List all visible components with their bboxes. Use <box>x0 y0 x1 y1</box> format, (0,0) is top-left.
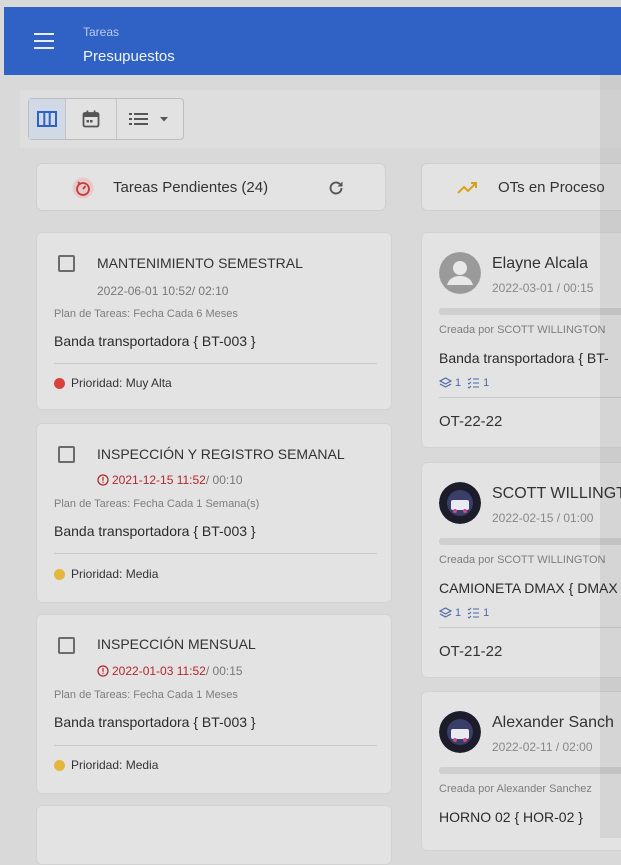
assignee-name: Elayne Alcala <box>492 255 589 272</box>
divider <box>439 397 621 398</box>
avatar <box>439 711 481 753</box>
alert-icon <box>97 665 109 677</box>
calendar-icon <box>82 110 100 128</box>
priority-dot <box>54 568 65 580</box>
divider <box>54 553 377 554</box>
in-process-header: OTs en Proceso <box>421 163 621 211</box>
task-checkbox[interactable] <box>58 446 75 463</box>
trending-up-icon <box>457 182 477 194</box>
checklist-icon <box>467 377 480 389</box>
task-plan: Plan de Tareas: Fecha Cada 1 Semana(s) <box>54 498 260 510</box>
checklist-icon <box>467 607 480 619</box>
divider <box>439 627 621 628</box>
alert-icon <box>97 474 109 486</box>
progress-bar <box>439 538 621 545</box>
task-plan: Plan de Tareas: Fecha Cada 1 Meses <box>54 689 238 701</box>
task-card[interactable] <box>36 805 392 865</box>
page-title: Presupuestos <box>83 48 175 65</box>
progress-bar <box>439 308 621 315</box>
priority-badge: Prioridad: Muy Alta <box>54 376 172 390</box>
task-date: 2021-12-15 11:52/ 00:10 <box>97 473 243 487</box>
created-by: Creada por SCOTT WILLINGTON <box>439 554 606 566</box>
priority-dot <box>54 377 65 389</box>
kanban-view-button[interactable] <box>29 99 66 139</box>
timer-icon <box>72 177 94 199</box>
task-date: 2022-01-03 11:52/ 00:15 <box>97 664 243 678</box>
pending-tasks-header: Tareas Pendientes (24) <box>36 163 386 211</box>
work-order-counts: 1 1 <box>439 377 489 389</box>
view-switcher <box>28 98 184 140</box>
in-process-title: OTs en Proceso <box>498 179 605 196</box>
task-card[interactable]: MANTENIMIENTO SEMESTRAL 2022-06-01 10:52… <box>36 232 392 410</box>
task-checkbox[interactable] <box>58 255 75 272</box>
divider <box>54 745 377 746</box>
app-bar: Tareas Presupuestos <box>4 7 621 75</box>
task-asset: Banda transportadora { BT-003 } <box>54 714 256 730</box>
menu-icon[interactable] <box>34 33 54 49</box>
priority-badge: Prioridad: Media <box>54 758 158 772</box>
task-plan: Plan de Tareas: Fecha Cada 6 Meses <box>54 308 238 320</box>
work-order-asset: CAMIONETA DMAX { DMAX <box>439 580 618 596</box>
task-title: MANTENIMIENTO SEMESTRAL <box>97 255 303 271</box>
task-card[interactable]: INSPECCIÓN Y REGISTRO SEMANAL 2021-12-15… <box>36 423 392 603</box>
list-icon <box>129 113 148 125</box>
view-toolbar <box>20 90 621 148</box>
work-order-date: 2022-02-11 / 02:00 <box>492 740 593 754</box>
task-asset: Banda transportadora { BT-003 } <box>54 333 256 349</box>
breadcrumb: Tareas <box>83 25 120 39</box>
work-order-asset: Banda transportadora { BT- <box>439 350 609 366</box>
refresh-icon[interactable] <box>327 179 345 197</box>
columns-icon <box>37 111 57 127</box>
work-order-asset: HORNO 02 { HOR-02 } <box>439 809 583 825</box>
progress-bar <box>439 767 621 774</box>
work-order-card[interactable]: Elayne Alcala 2022-03-01 / 00:15 Creada … <box>421 232 621 448</box>
scroll-overlay <box>600 75 621 838</box>
priority-dot <box>54 759 65 771</box>
divider <box>54 363 377 364</box>
task-date: 2022-06-01 10:52/ 02:10 <box>97 284 229 298</box>
work-order-date: 2022-03-01 / 00:15 <box>492 281 594 295</box>
work-order-code: OT-21-22 <box>439 643 503 660</box>
task-checkbox[interactable] <box>58 637 75 654</box>
calendar-view-button[interactable] <box>66 99 117 139</box>
avatar <box>439 252 481 294</box>
pending-tasks-title: Tareas Pendientes (24) <box>113 179 269 196</box>
created-by: Creada por Alexander Sanchez <box>439 783 592 795</box>
work-order-code: OT-22-22 <box>439 413 503 430</box>
chevron-down-icon <box>160 117 168 122</box>
avatar <box>439 482 481 524</box>
work-order-card[interactable]: Alexander Sanch 2022-02-11 / 02:00 Cread… <box>421 691 621 851</box>
layers-icon <box>439 607 452 618</box>
task-asset: Banda transportadora { BT-003 } <box>54 523 256 539</box>
work-order-date: 2022-02-15 / 01:00 <box>492 511 594 525</box>
work-order-card[interactable]: SCOTT WILLINGT 2022-02-15 / 01:00 Creada… <box>421 462 621 678</box>
task-title: INSPECCIÓN Y REGISTRO SEMANAL <box>97 446 345 462</box>
assignee-name: Alexander Sanch <box>492 714 614 731</box>
list-view-dropdown[interactable] <box>117 99 183 139</box>
task-card[interactable]: INSPECCIÓN MENSUAL 2022-01-03 11:52/ 00:… <box>36 614 392 794</box>
work-order-counts: 1 1 <box>439 607 489 619</box>
layers-icon <box>439 377 452 388</box>
priority-badge: Prioridad: Media <box>54 567 158 581</box>
task-title: INSPECCIÓN MENSUAL <box>97 636 256 652</box>
created-by: Creada por SCOTT WILLINGTON <box>439 324 606 336</box>
